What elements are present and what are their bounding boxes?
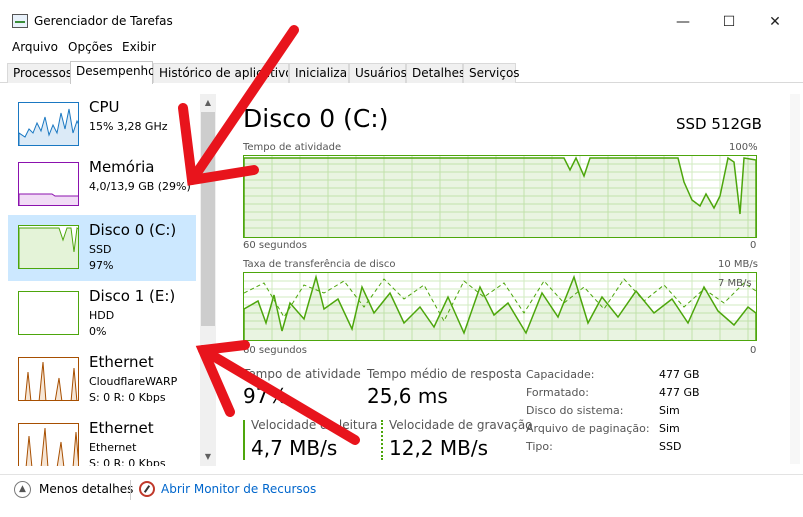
prop-formatted-label: Formatado: [526, 386, 589, 399]
maximize-button[interactable]: ☐ [706, 8, 752, 36]
prop-type-label: Tipo: [526, 440, 553, 453]
disk-usage: 0% [89, 325, 107, 338]
sidebar-item-disco-1[interactable]: Disco 1 (E:) HDD 0% [8, 281, 196, 347]
resource-monitor-icon[interactable] [139, 481, 155, 497]
prop-pagefile-value: Sim [659, 422, 680, 435]
sidebar-item-detail: 4,0/13,9 GB (29%) [89, 180, 191, 193]
menu-exibir[interactable]: Exibir [122, 40, 156, 54]
page-title: Disco 0 (C:) [243, 104, 389, 133]
sidebar-item-name: Memória [89, 158, 155, 176]
tab-servicos[interactable]: Serviços [463, 63, 520, 83]
disk0-mini-graph [19, 227, 78, 268]
prop-capacity-value: 477 GB [659, 368, 700, 381]
sidebar-item-detail: Ethernet S: 0 R: 0 Kbps [89, 440, 166, 466]
sidebar-item-ethernet-warp[interactable]: Ethernet CloudflareWARP S: 0 R: 0 Kbps [8, 347, 196, 413]
read-speed-value: 4,7 MB/s [251, 436, 338, 460]
graph2-max: 10 MB/s [718, 259, 758, 270]
prop-pagefile-label: Arquivo de paginação: [526, 422, 650, 435]
window-title: Gerenciador de Tarefas [34, 14, 173, 28]
sidebar-item-detail: SSD 97% [89, 242, 113, 274]
transfer-rate-graph-svg [243, 273, 757, 340]
graph2-min: 0 [750, 345, 757, 356]
footer-separator [130, 480, 131, 500]
adapter-name: Ethernet [89, 441, 137, 454]
minimize-button[interactable]: — [660, 8, 706, 36]
sidebar-item-cpu[interactable]: CPU 15% 3,28 GHz [8, 92, 196, 158]
ethernet2-thumbnail [18, 423, 79, 466]
sidebar-item-name: Disco 0 (C:) [89, 221, 177, 239]
transfer-rate-graph [243, 272, 757, 341]
app-icon [12, 14, 28, 28]
graph2-label: Taxa de transferência de disco [243, 259, 396, 270]
sidebar-item-name: CPU [89, 98, 120, 116]
tab-detalhes[interactable]: Detalhes [406, 63, 465, 83]
throughput: S: 0 R: 0 Kbps [89, 391, 166, 404]
read-speed-label: Velocidade de leitura [251, 418, 378, 432]
scroll-thumb[interactable] [201, 112, 215, 326]
sidebar-item-detail: CloudflareWARP S: 0 R: 0 Kbps [89, 374, 177, 406]
graph1-max: 100% [729, 142, 758, 153]
write-speed-label: Velocidade de gravação [389, 418, 533, 432]
adapter-name: CloudflareWARP [89, 375, 178, 388]
graph1-time: 60 segundos [243, 240, 307, 251]
menu-opcoes[interactable]: Opções [68, 40, 113, 54]
prop-capacity-label: Capacidade: [526, 368, 595, 381]
graph1-min: 0 [750, 240, 757, 251]
sidebar-item-ethernet[interactable]: Ethernet Ethernet S: 0 R: 0 Kbps [8, 413, 196, 466]
resource-list: CPU 15% 3,28 GHz Memória 4,0/13,9 GB (29… [8, 92, 200, 466]
disk-model: SSD 512GB [676, 115, 762, 133]
write-speed-marker [381, 420, 383, 460]
memory-thumbnail [18, 162, 79, 206]
cpu-thumbnail [18, 102, 79, 146]
disk-type: HDD [89, 309, 115, 322]
activity-graph [243, 155, 757, 238]
sidebar-item-memoria[interactable]: Memória 4,0/13,9 GB (29%) [8, 152, 196, 218]
disk1-thumbnail [18, 291, 79, 335]
active-time-label: Tempo de atividade [243, 367, 361, 381]
scroll-up-arrow[interactable]: ▲ [200, 95, 216, 111]
chevron-up-icon[interactable]: ▲ [14, 481, 31, 498]
ethernet2-mini-graph [25, 427, 78, 466]
disk-usage: 97% [89, 259, 114, 272]
right-scroll-gutter [790, 94, 800, 464]
prop-type-value: SSD [659, 440, 682, 453]
sidebar-item-detail: HDD 0% [89, 308, 114, 340]
prop-system-disk-label: Disco do sistema: [526, 404, 624, 417]
sidebar-item-detail: 15% 3,28 GHz [89, 120, 168, 133]
activity-graph-svg [243, 156, 757, 237]
prop-system-disk-value: Sim [659, 404, 680, 417]
tab-inicializar[interactable]: Inicializar [289, 63, 349, 83]
response-time-label: Tempo médio de resposta [367, 367, 522, 381]
throughput: S: 0 R: 0 Kbps [89, 457, 166, 466]
disk-type: SSD [89, 243, 112, 256]
sidebar-item-name: Disco 1 (E:) [89, 287, 176, 305]
tab-processos[interactable]: Processos [7, 63, 72, 83]
active-time-value: 97% [243, 384, 288, 408]
read-speed-marker [243, 420, 245, 460]
write-speed-value: 12,2 MB/s [389, 436, 489, 460]
tab-historico[interactable]: Histórico de aplicativos [153, 63, 289, 83]
sidebar-item-disco-0[interactable]: Disco 0 (C:) SSD 97% [8, 215, 196, 281]
menu-arquivo[interactable]: Arquivo [12, 40, 58, 54]
tab-desempenho[interactable]: Desempenho [70, 61, 156, 84]
graph2-time: 60 segundos [243, 345, 307, 356]
disk0-thumbnail [18, 225, 79, 269]
tab-usuarios[interactable]: Usuários [349, 63, 407, 83]
menu-bar [0, 38, 803, 58]
close-button[interactable]: ✕ [752, 8, 798, 36]
scroll-down-arrow[interactable]: ▼ [200, 449, 216, 465]
ethernet1-mini-graph [24, 361, 78, 400]
sidebar-item-name: Ethernet [89, 353, 154, 371]
cpu-mini-graph [19, 108, 78, 145]
memory-mini-graph [19, 193, 78, 205]
open-resource-monitor-link[interactable]: Abrir Monitor de Recursos [161, 482, 316, 496]
prop-formatted-value: 477 GB [659, 386, 700, 399]
graph2-inner-scale: 7 MB/s [718, 278, 752, 289]
sidebar-item-name: Ethernet [89, 419, 154, 437]
response-time-value: 25,6 ms [367, 384, 448, 408]
ethernet1-thumbnail [18, 357, 79, 401]
fewer-details-link[interactable]: Menos detalhes [39, 482, 133, 496]
graph1-label: Tempo de atividade [243, 142, 342, 153]
